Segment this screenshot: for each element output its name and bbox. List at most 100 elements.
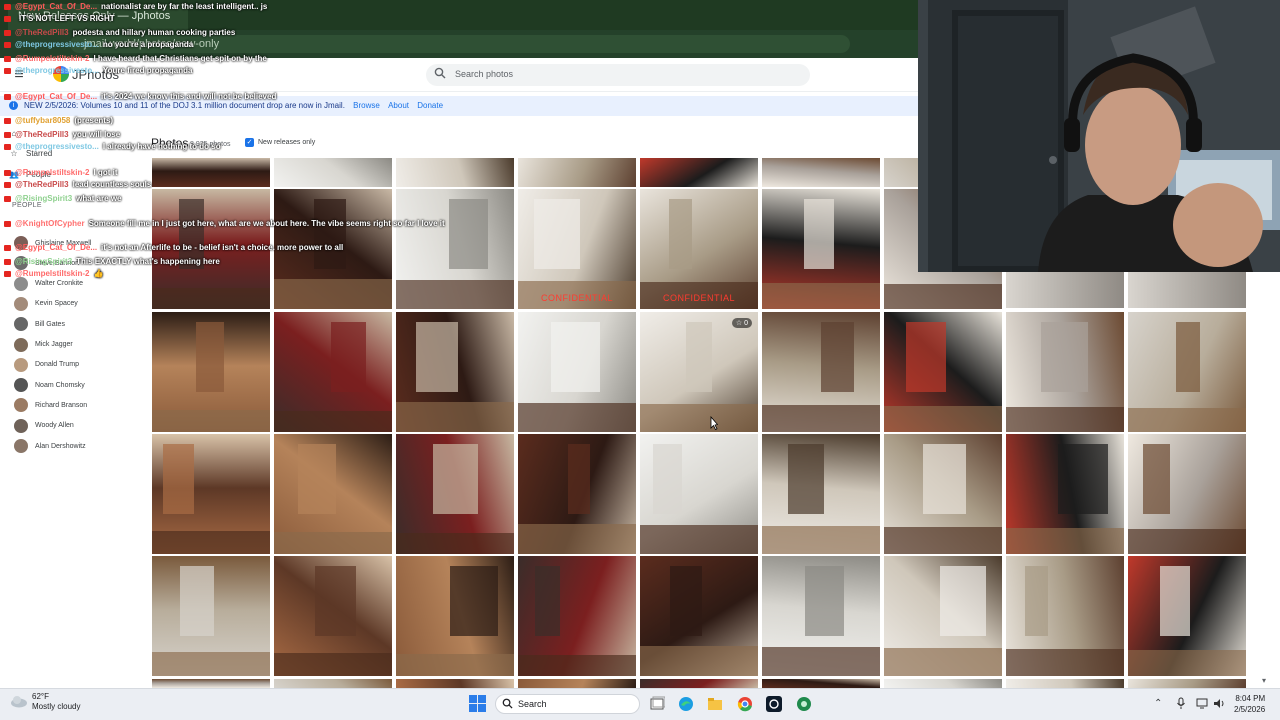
photo-thumbnail[interactable] (640, 434, 758, 554)
photo-thumbnail[interactable] (396, 434, 514, 554)
photo-thumbnail[interactable] (762, 434, 880, 554)
browser-tab[interactable]: New Releases Only — Jphotos (8, 4, 188, 30)
weather-widget[interactable]: 62°F Mostly cloudy (32, 692, 80, 712)
photo-content (1006, 322, 1124, 432)
photo-thumbnail[interactable] (518, 312, 636, 432)
photo-thumbnail[interactable] (1006, 556, 1124, 676)
person-item[interactable]: Mick Jagger (14, 336, 138, 354)
photo-thumbnail[interactable] (884, 556, 1002, 676)
edge-icon[interactable] (678, 696, 694, 715)
new-releases-label[interactable]: New releases only (258, 139, 315, 146)
photo-thumbnail[interactable] (152, 312, 270, 432)
new-releases-checkbox[interactable]: ✓ (245, 138, 254, 147)
chrome-icon[interactable] (737, 696, 753, 715)
sidebar-item-people[interactable]: 👥 People (8, 170, 138, 186)
person-item[interactable]: Steve Bannon (14, 254, 138, 272)
photo-thumbnail[interactable]: CONFIDENTIAL (518, 189, 636, 309)
photo-thumbnail[interactable] (152, 556, 270, 676)
photo-thumbnail[interactable] (152, 434, 270, 554)
address-bar[interactable]: jmail.world/photos/new-only (70, 35, 850, 53)
photo-content (1128, 322, 1246, 432)
mic-icon[interactable] (1176, 697, 1186, 713)
taskbar-search[interactable] (495, 694, 640, 714)
photo-thumbnail[interactable] (274, 189, 392, 309)
photo-thumbnail[interactable] (762, 312, 880, 432)
network-icon[interactable] (1196, 698, 1208, 712)
photo-thumbnail[interactable] (762, 158, 880, 187)
photo-thumbnail[interactable] (640, 556, 758, 676)
photo-thumbnail[interactable] (152, 679, 270, 688)
photo-thumbnail[interactable] (274, 556, 392, 676)
photo-thumbnail[interactable] (1128, 556, 1246, 676)
star-badge[interactable]: ☆ 0 (731, 318, 752, 328)
photo-thumbnail[interactable] (884, 434, 1002, 554)
photo-thumbnail[interactable] (152, 158, 270, 187)
person-item[interactable]: Bill Gates (14, 315, 138, 333)
photo-thumbnail[interactable] (1128, 679, 1246, 688)
photo-thumbnail[interactable]: CONFIDENTIAL (640, 189, 758, 309)
photo-thumbnail[interactable] (884, 312, 1002, 432)
person-item[interactable]: Noam Chomsky (14, 376, 138, 394)
photo-thumbnail[interactable] (762, 679, 880, 688)
photo-thumbnail[interactable] (1128, 312, 1246, 432)
person-item[interactable]: Ghislaine Maxwell (14, 234, 138, 252)
photo-thumbnail[interactable] (518, 679, 636, 688)
photo-thumbnail[interactable] (762, 556, 880, 676)
photo-content (152, 444, 270, 554)
weather-condition: Mostly cloudy (32, 702, 81, 711)
photo-thumbnail[interactable] (274, 158, 392, 187)
person-name: Steve Bannon (35, 259, 79, 267)
start-icon[interactable] (469, 695, 486, 715)
banner-link-about[interactable]: About (388, 101, 409, 110)
photo-thumbnail[interactable] (396, 189, 514, 309)
photo-thumbnail[interactable] (1006, 312, 1124, 432)
photo-thumbnail[interactable] (396, 312, 514, 432)
photo-thumbnail[interactable] (274, 679, 392, 688)
person-item[interactable]: Walter Cronkite (14, 275, 138, 293)
avatar (14, 439, 28, 453)
chrome-active-icon[interactable] (796, 696, 812, 715)
photo-thumbnail[interactable] (396, 556, 514, 676)
photo-thumbnail[interactable] (884, 679, 1002, 688)
photo-thumbnail[interactable] (640, 158, 758, 187)
photo-thumbnail[interactable] (1006, 272, 1124, 308)
person-item[interactable]: Donald Trump (14, 356, 138, 374)
tray-overflow-icon[interactable]: ⌃ (1154, 698, 1162, 709)
photo-thumbnail[interactable] (152, 189, 270, 309)
file-explorer-icon[interactable] (707, 696, 723, 715)
photo-thumbnail[interactable] (1006, 679, 1124, 688)
person-item[interactable]: Kevin Spacey (14, 295, 138, 313)
photo-thumbnail[interactable] (640, 679, 758, 688)
avatar (14, 398, 28, 413)
photo-content (152, 566, 270, 676)
home-icon: ⌂ (11, 129, 17, 138)
clock[interactable]: 8:04 PM 2/5/2026 (1234, 693, 1265, 715)
photo-thumbnail[interactable] (274, 434, 392, 554)
photo-thumbnail[interactable] (1128, 272, 1246, 308)
person-item[interactable]: Richard Branson (14, 396, 138, 414)
sidebar-item-starred[interactable]: ☆ Starred (8, 149, 138, 165)
person-item[interactable]: Woody Allen (14, 417, 138, 435)
person-name: Bill Gates (35, 320, 65, 328)
photo-thumbnail[interactable] (518, 556, 636, 676)
photo-thumbnail[interactable] (1006, 434, 1124, 554)
obs-icon[interactable] (766, 696, 782, 715)
banner-link-donate[interactable]: Donate (417, 101, 443, 110)
photo-thumbnail[interactable] (396, 679, 514, 688)
photo-thumbnail[interactable] (396, 158, 514, 187)
photo-thumbnail[interactable]: ☆ 0 (640, 312, 758, 432)
photo-thumbnail[interactable] (1128, 434, 1246, 554)
taskbar (0, 688, 1280, 720)
sidebar-item-home[interactable]: ⌂ (8, 129, 138, 145)
scroll-down-icon[interactable]: ▾ (1262, 676, 1266, 685)
menu-icon[interactable]: ≡ (10, 66, 28, 84)
temperature: 62°F (32, 692, 49, 701)
photo-thumbnail[interactable] (762, 189, 880, 309)
photo-thumbnail[interactable] (518, 158, 636, 187)
volume-icon[interactable] (1213, 698, 1225, 712)
task-view-icon[interactable] (649, 696, 666, 715)
photo-thumbnail[interactable] (274, 312, 392, 432)
banner-link-browse[interactable]: Browse (353, 101, 380, 110)
person-item[interactable]: Alan Dershowitz (14, 437, 138, 455)
photo-thumbnail[interactable] (518, 434, 636, 554)
